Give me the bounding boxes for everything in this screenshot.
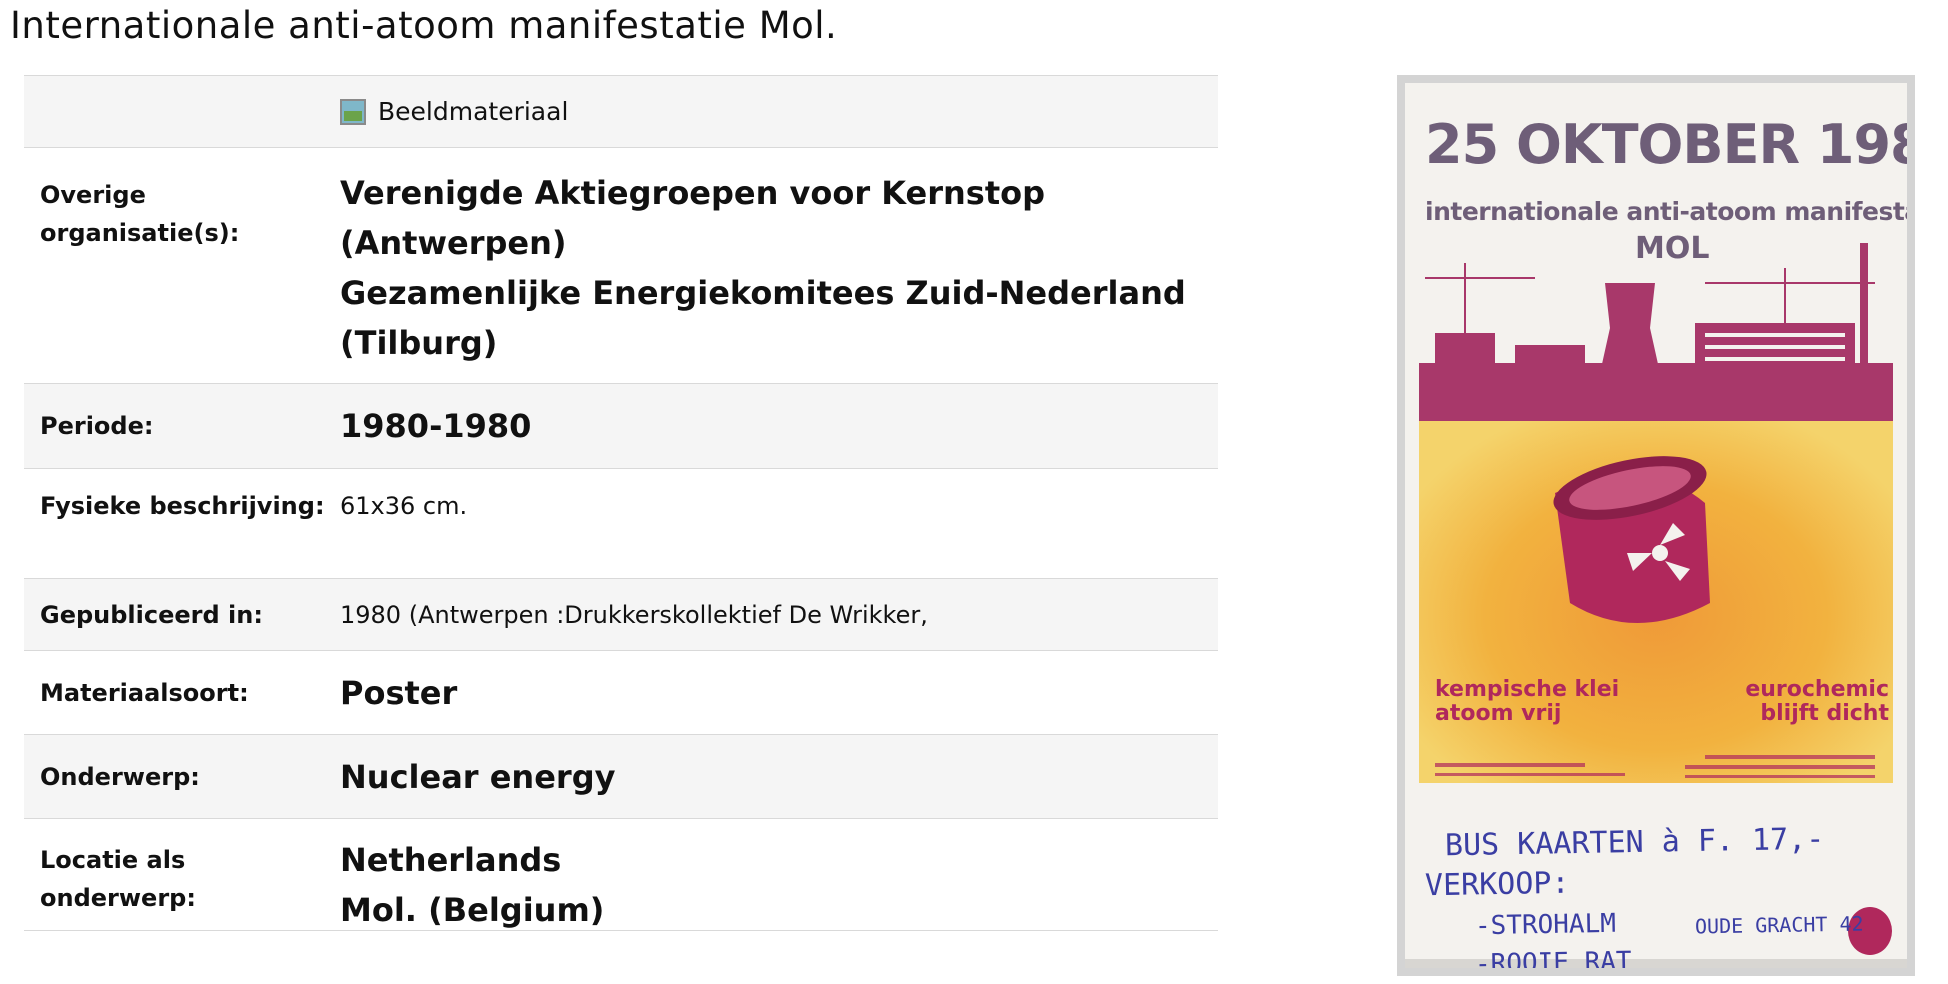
poster-slogan-line: blijft dicht [1760,701,1889,726]
poster-slogan-line: atoom vrij [1435,701,1562,726]
poster-handwriting: OUDE GRACHT 42 [1694,911,1864,939]
media-row-label [24,76,340,147]
organisation-line[interactable]: Verenigde Aktiegroepen voor Kernstop [340,168,1218,218]
subject-row: Onderwerp: Nuclear energy [24,735,1218,819]
poster-handwriting: -ROOIE RAT [1474,946,1632,968]
material-type-value[interactable]: Poster [340,668,1218,718]
organisations-value: Verenigde Aktiegroepen voor Kernstop (An… [340,168,1218,383]
poster-subtitle: internationale anti-atoom manifestatie [1425,197,1907,226]
page-title: Internationale anti-atoom manifestatie M… [10,4,838,47]
skyline [1419,243,1893,421]
subject-label: Onderwerp: [40,762,200,791]
organisations-label: Overige organisatie(s): [40,181,240,247]
location-subject-value: Netherlands Mol. (Belgium) [340,835,1218,930]
image-icon [340,98,366,125]
organisation-line[interactable]: Gezamenlijke Energiekomitees Zuid-Nederl… [340,268,1218,318]
physical-description-row: Fysieke beschrijving: 61x36 cm. [24,469,1218,579]
published-value: 1980 (Antwerpen :Drukkerskollektief De W… [340,600,928,629]
period-row: Periode: 1980-1980 [24,384,1218,469]
media-link-label[interactable]: Beeldmateriaal [378,93,568,131]
organisations-row: Overige organisatie(s): Verenigde Aktieg… [24,148,1218,384]
subject-value[interactable]: Nuclear energy [340,752,1218,802]
period-label: Periode: [40,412,154,440]
location-line[interactable]: Mol. (Belgium) [340,885,1218,935]
poster-handwriting: BUS KAARTEN à F. 17,- [1444,821,1825,864]
metadata-table: Beeldmateriaal Overige organisatie(s): V… [24,75,1218,931]
organisation-line[interactable]: (Antwerpen) [340,218,1218,268]
media-row: Beeldmateriaal [24,76,1218,148]
poster-slogan-line: eurochemic [1745,677,1889,702]
published-row: Gepubliceerd in: 1980 (Antwerpen :Drukke… [24,579,1218,651]
poster-slogan-right: eurochemic blijft dicht [1745,678,1889,726]
physical-description-label: Fysieke beschrijving: [40,492,325,520]
poster-slogan-left: kempische klei atoom vrij [1435,678,1619,726]
location-line[interactable]: Netherlands [340,835,1218,885]
organisation-line[interactable]: (Tilburg) [340,318,1218,368]
material-type-label: Materiaalsoort: [40,678,249,707]
poster-slogan-line: kempische klei [1435,677,1620,702]
location-subject-row: Locatie als onderwerp: Netherlands Mol. … [24,819,1218,931]
poster-image[interactable]: 25 OKTOBER 1980 internationale anti-atoo… [1397,75,1915,976]
published-label: Gepubliceerd in: [40,600,263,629]
poster-handwriting: -STROHALM [1474,908,1617,942]
poster-date: 25 OKTOBER 1980 [1425,113,1907,176]
period-value[interactable]: 1980-1980 [340,401,1218,451]
media-link[interactable]: Beeldmateriaal [340,76,1218,147]
poster-handwriting: VERKOOP: [1424,865,1570,904]
location-subject-label: Locatie als onderwerp: [40,846,196,912]
material-type-row: Materiaalsoort: Poster [24,651,1218,735]
poster: 25 OKTOBER 1980 internationale anti-atoo… [1405,83,1907,968]
poster-place: MOL [1635,231,1710,266]
physical-description-value: 61x36 cm. [340,492,468,520]
